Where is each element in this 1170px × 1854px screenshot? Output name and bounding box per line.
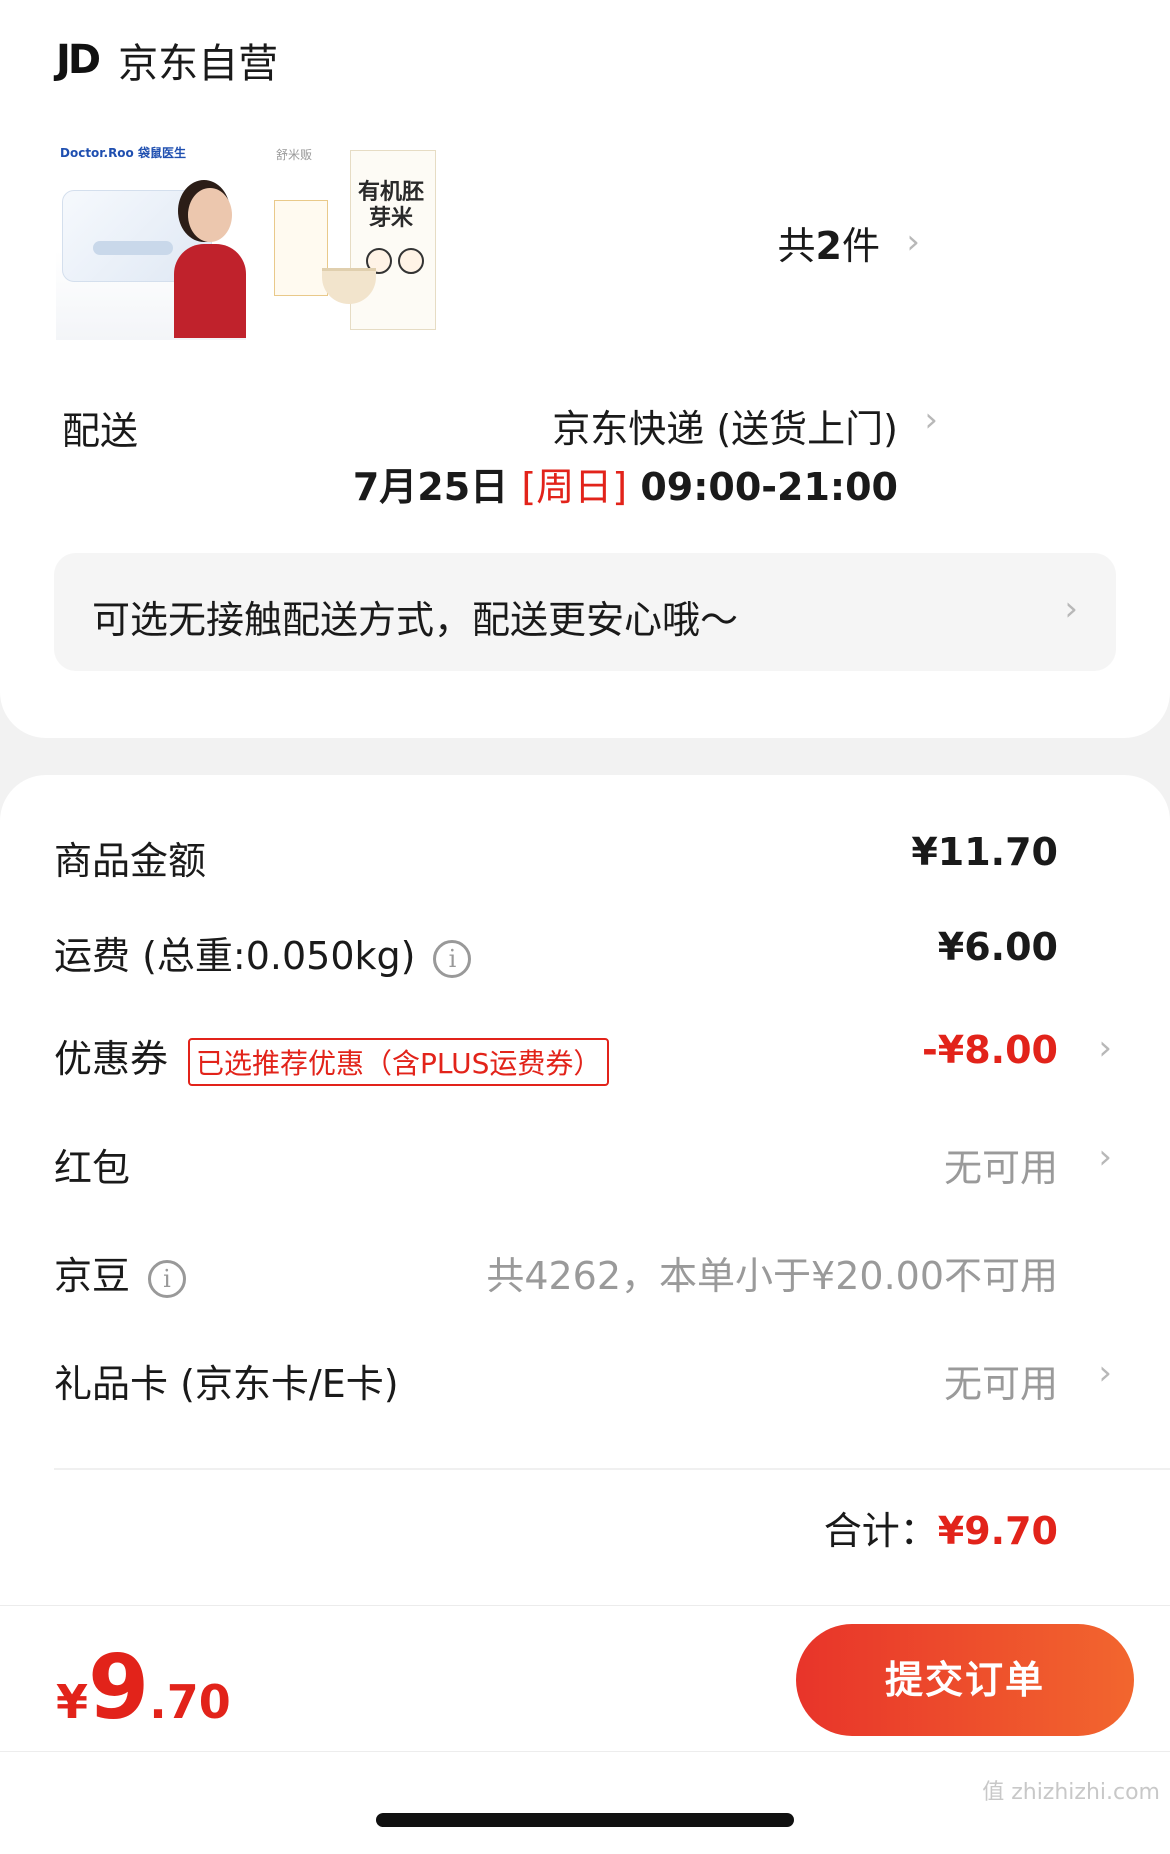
store-name: 京东自营 xyxy=(118,41,279,87)
chevron-right-icon: › xyxy=(1064,589,1078,629)
redpacket-row[interactable]: 红包 无可用 › xyxy=(0,1137,1170,1207)
product-image-rice[interactable]: 舒米贩 有机胚芽米 xyxy=(266,140,456,340)
coupon-label-text: 优惠券 xyxy=(54,1037,169,1081)
product-thumbnails[interactable]: Doctor.Roo 袋鼠医生 舒米贩 有机胚芽米 xyxy=(56,140,456,340)
coupon-tag: 已选推荐优惠（含PLUS运费券） xyxy=(188,1037,610,1086)
giftcard-row[interactable]: 礼品卡 (京东卡/E卡) 无可用 › xyxy=(0,1353,1170,1423)
jingdou-label: 京豆 i xyxy=(54,1245,187,1300)
price-integer: 9 xyxy=(88,1636,150,1739)
redpacket-value: 无可用 xyxy=(943,1146,1058,1190)
contactless-delivery-notice[interactable]: 可选无接触配送方式，配送更安心哦～ › xyxy=(54,553,1116,671)
info-icon[interactable]: i xyxy=(148,1259,187,1298)
item-count-prefix: 共 xyxy=(777,224,816,268)
item-count-suffix: 件 xyxy=(841,224,880,268)
store-header: JD 京东自营 xyxy=(56,30,278,90)
goods-amount-row: 商品金额 ¥11.70 xyxy=(0,830,1170,900)
coupon-value: -¥8.00 xyxy=(922,1028,1058,1072)
goods-amount-label: 商品金额 xyxy=(54,839,207,883)
order-total: 合计：¥9.70 xyxy=(824,1500,1058,1555)
rice-box-image xyxy=(350,150,436,330)
goods-amount-value: ¥11.70 xyxy=(911,830,1058,874)
shipping-label: 运费 (总重:0.050kg) i xyxy=(54,925,472,980)
coupon-card-image xyxy=(274,200,328,296)
price-currency: ¥ xyxy=(56,1675,89,1729)
submit-order-button[interactable]: 提交订单 xyxy=(796,1624,1134,1736)
price-decimal: .70 xyxy=(149,1675,231,1729)
watermark: 值 zhizhizhi.com xyxy=(982,1780,1160,1805)
info-icon[interactable]: i xyxy=(433,939,472,978)
rice-box-title: 有机胚芽米 xyxy=(357,180,424,231)
divider xyxy=(0,1751,1170,1752)
shipping-label-text: 运费 (总重:0.050kg) xyxy=(54,934,416,978)
notice-text: 可选无接触配送方式，配送更安心哦～ xyxy=(92,598,739,642)
coupon-row[interactable]: 优惠券 已选推荐优惠（含PLUS运费券） -¥8.00 › xyxy=(0,1028,1170,1098)
product-brand-label: Doctor.Roo 袋鼠医生 xyxy=(60,146,186,160)
jingdou-label-text: 京豆 xyxy=(54,1254,131,1298)
chevron-right-icon[interactable]: › xyxy=(924,400,938,440)
shipping-value: ¥6.00 xyxy=(937,925,1058,969)
cartoon-face-image xyxy=(398,248,424,274)
spokesperson-image xyxy=(174,188,246,338)
giftcard-value: 无可用 xyxy=(943,1362,1058,1406)
total-label: 合计： xyxy=(823,1509,938,1553)
chevron-right-icon[interactable]: › xyxy=(1098,1137,1112,1177)
jd-logo: JD xyxy=(56,37,101,83)
delivery-weekday: [周日] xyxy=(521,465,628,509)
fee-summary-card: 商品金额 ¥11.70 运费 (总重:0.050kg) i ¥6.00 优惠券 已选… xyxy=(0,775,1170,1605)
checkout-bar: ¥9.70 提交订单 值 zhizhizhi.com xyxy=(0,1605,1170,1854)
redpacket-label: 红包 xyxy=(54,1146,131,1190)
divider xyxy=(54,1468,1170,1470)
chevron-right-icon[interactable]: › xyxy=(906,222,920,262)
item-count-number: 2 xyxy=(815,224,842,268)
delivery-timeslot: 09:00-21:00 xyxy=(640,465,898,509)
chevron-right-icon[interactable]: › xyxy=(1098,1353,1112,1393)
store-order-card: JD 京东自营 Doctor.Roo 袋鼠医生 舒米贩 有机胚芽米 共2件 › … xyxy=(0,0,1170,738)
chevron-right-icon[interactable]: › xyxy=(1098,1028,1112,1068)
item-count[interactable]: 共2件 xyxy=(778,215,880,270)
delivery-time[interactable]: 7月25日 [周日] 09:00-21:00 xyxy=(353,456,898,511)
coupon-label: 优惠券 已选推荐优惠（含PLUS运费券） xyxy=(54,1028,610,1086)
delivery-date: 7月25日 xyxy=(352,465,509,509)
giftcard-label: 礼品卡 (京东卡/E卡) xyxy=(54,1362,399,1406)
payable-price: ¥9.70 xyxy=(56,1636,231,1739)
product-image-wipes[interactable]: Doctor.Roo 袋鼠医生 xyxy=(56,140,246,340)
delivery-label: 配送 xyxy=(62,409,139,453)
delivery-method[interactable]: 京东快递 (送货上门) xyxy=(552,398,898,453)
jingdou-row: 京豆 i 共4262，本单小于¥20.00不可用 xyxy=(0,1245,1170,1315)
product-brand-label: 舒米贩 xyxy=(276,148,313,162)
jingdou-value: 共4262，本单小于¥20.00不可用 xyxy=(486,1254,1058,1298)
total-value: ¥9.70 xyxy=(937,1509,1058,1553)
home-indicator[interactable] xyxy=(376,1813,794,1827)
shipping-row: 运费 (总重:0.050kg) i ¥6.00 xyxy=(0,925,1170,995)
